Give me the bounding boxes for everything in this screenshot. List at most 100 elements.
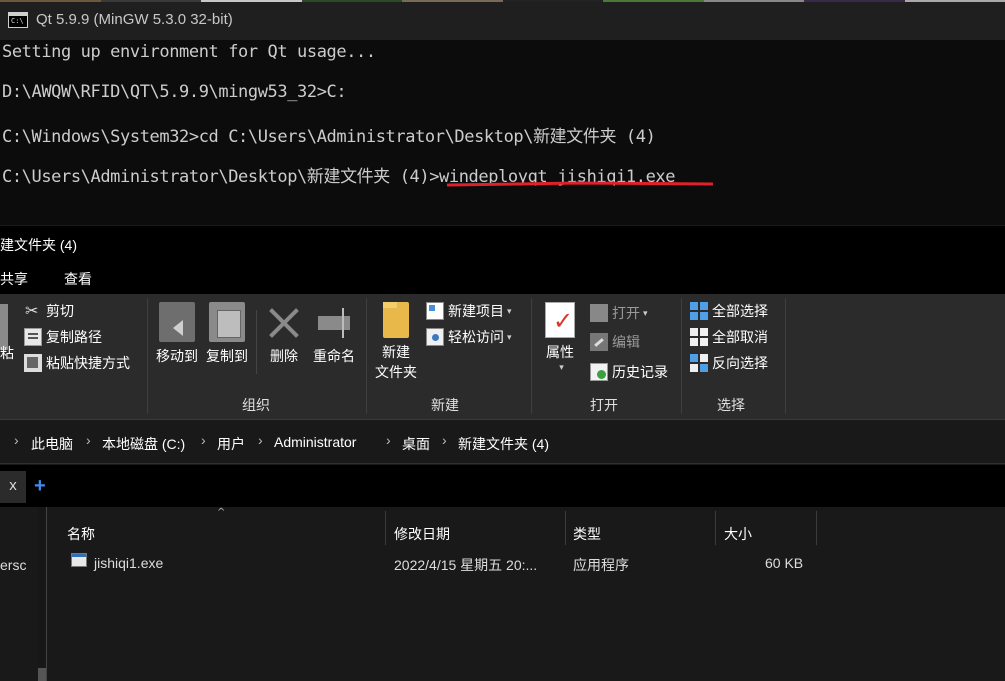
- column-header-size[interactable]: 大小: [724, 524, 752, 544]
- properties-button[interactable]: 属性 ▾: [538, 302, 582, 373]
- group-divider: [366, 298, 367, 414]
- paste-shortcut-icon: [24, 354, 42, 372]
- select-none-icon: [690, 328, 708, 346]
- file-row[interactable]: jishiqi1.exe 2022/4/15 星期五 20:... 应用程序 6…: [47, 547, 1005, 577]
- console-line: D:\AWQW\RFID\QT\5.9.9\mingw53_32>C:: [2, 82, 347, 102]
- close-tab-button[interactable]: x: [0, 471, 26, 503]
- red-underline-annotation: [447, 181, 713, 187]
- open-button[interactable]: 打开 ▾: [590, 302, 648, 324]
- copy-to-button[interactable]: 复制到: [202, 302, 252, 366]
- easy-access-label: 轻松访问: [448, 329, 504, 345]
- paste-label: 粘: [0, 345, 14, 361]
- properties-label: 属性: [546, 344, 574, 360]
- history-button[interactable]: 历史记录: [590, 361, 668, 383]
- chevron-right-icon: ›: [442, 432, 447, 448]
- column-divider[interactable]: [565, 511, 566, 545]
- nav-scrollbar[interactable]: [38, 507, 46, 681]
- group-label-select: 选择: [717, 397, 745, 413]
- console-output[interactable]: Setting up environment for Qt usage... D…: [0, 40, 1005, 225]
- chevron-down-icon: ▾: [507, 331, 512, 342]
- ribbon-tab-bar: 共享 查看: [0, 260, 1005, 294]
- paste-button[interactable]: 粘: [0, 342, 14, 364]
- explorer-titlebar: 建文件夹 (4): [0, 226, 1005, 260]
- copy-path-label: 复制路径: [46, 329, 102, 345]
- breadcrumb-current-folder[interactable]: 新建文件夹 (4): [458, 434, 549, 454]
- rename-button[interactable]: 重命名: [308, 302, 360, 366]
- select-all-label: 全部选择: [712, 303, 768, 319]
- file-list[interactable]: ^ 名称 修改日期 类型 大小 jishiqi1.exe 2022/4/15 星…: [46, 507, 1005, 681]
- column-divider[interactable]: [715, 511, 716, 545]
- file-modified: 2022/4/15 星期五 20:...: [394, 557, 538, 573]
- ribbon: 粘 剪切 复制路径 粘贴快捷方式 移动到 复制到 删除 重命名 组织 新建 文件…: [0, 294, 1005, 420]
- select-all-button[interactable]: 全部选择: [690, 300, 768, 322]
- sort-up-icon: ^: [217, 507, 226, 518]
- new-item-label: 新建项目: [448, 303, 504, 319]
- tab-view[interactable]: 查看: [64, 269, 92, 289]
- nav-scrollbar-thumb[interactable]: [38, 668, 46, 681]
- move-to-label: 移动到: [156, 348, 198, 364]
- new-folder-button[interactable]: 新建 文件夹: [370, 302, 422, 382]
- chevron-down-icon: ▾: [559, 362, 564, 372]
- breadcrumb-users[interactable]: 用户: [217, 434, 245, 454]
- navigation-pane[interactable]: ersc: [0, 507, 40, 681]
- rename-icon: [316, 302, 352, 342]
- breadcrumb-desktop[interactable]: 桌面: [402, 434, 430, 454]
- group-label-open: 打开: [590, 397, 618, 413]
- tab-share[interactable]: 共享: [0, 269, 28, 289]
- select-none-button[interactable]: 全部取消: [690, 326, 768, 348]
- nav-item-partial[interactable]: ersc: [0, 557, 26, 573]
- open-icon: [590, 304, 608, 322]
- properties-check-icon: [545, 302, 575, 338]
- column-divider[interactable]: [816, 511, 817, 545]
- move-to-icon: [159, 302, 195, 342]
- group-divider: [531, 298, 532, 414]
- file-size: 60 KB: [765, 555, 804, 571]
- invert-selection-button[interactable]: 反向选择: [690, 352, 768, 374]
- chevron-right-icon: ›: [14, 432, 19, 448]
- new-item-button[interactable]: 新建项目 ▾: [426, 300, 512, 322]
- add-tab-button[interactable]: +: [34, 475, 46, 498]
- chevron-right-icon: ›: [258, 432, 263, 448]
- tab-strip: x +: [0, 465, 1005, 507]
- new-item-icon: [426, 302, 444, 320]
- console-line: Setting up environment for Qt usage...: [2, 42, 376, 62]
- edit-button[interactable]: 编辑: [590, 331, 640, 353]
- console-titlebar: C:\ Qt 5.9.9 (MinGW 5.3.0 32-bit): [0, 0, 1005, 40]
- column-header-name[interactable]: 名称: [67, 524, 95, 544]
- paste-shortcut-label: 粘贴快捷方式: [46, 355, 130, 371]
- select-all-icon: [690, 302, 708, 320]
- edit-pencil-icon: [590, 333, 608, 351]
- column-header-type[interactable]: 类型: [573, 524, 601, 544]
- new-folder-label-line2: 文件夹: [375, 364, 417, 380]
- history-label: 历史记录: [612, 364, 668, 380]
- cut-button[interactable]: 剪切: [24, 300, 74, 322]
- group-divider: [785, 298, 786, 414]
- organize-divider: [256, 310, 257, 374]
- history-icon: [590, 363, 608, 381]
- breadcrumb[interactable]: › 此电脑 › 本地磁盘 (C:) › 用户 › Administrator ›…: [0, 420, 1005, 464]
- chevron-right-icon: ›: [86, 432, 91, 448]
- chevron-right-icon: ›: [386, 432, 391, 448]
- breadcrumb-administrator[interactable]: Administrator: [274, 434, 356, 450]
- invert-selection-label: 反向选择: [712, 355, 768, 371]
- column-header-modified[interactable]: 修改日期: [394, 524, 450, 544]
- breadcrumb-this-pc[interactable]: 此电脑: [31, 434, 73, 454]
- edit-label: 编辑: [612, 334, 640, 350]
- cut-label: 剪切: [46, 303, 74, 319]
- move-to-button[interactable]: 移动到: [152, 302, 202, 366]
- chevron-right-icon: ›: [201, 432, 206, 448]
- breadcrumb-local-disk[interactable]: 本地磁盘 (C:): [102, 434, 185, 454]
- easy-access-icon: [426, 328, 444, 346]
- console-window-title: Qt 5.9.9 (MinGW 5.3.0 32-bit): [36, 11, 233, 28]
- paste-shortcut-button[interactable]: 粘贴快捷方式: [24, 352, 130, 374]
- copy-path-button[interactable]: 复制路径: [24, 326, 102, 348]
- column-divider[interactable]: [385, 511, 386, 545]
- console-line: C:\Windows\System32>cd C:\Users\Administ…: [2, 127, 656, 147]
- easy-access-button[interactable]: 轻松访问 ▾: [426, 326, 512, 348]
- chevron-down-icon: ▾: [507, 305, 512, 316]
- copy-to-icon: [209, 302, 245, 342]
- delete-button[interactable]: 删除: [263, 302, 305, 366]
- application-icon: [71, 553, 87, 567]
- console-app-icon: C:\: [8, 12, 28, 28]
- rename-label: 重命名: [313, 348, 355, 364]
